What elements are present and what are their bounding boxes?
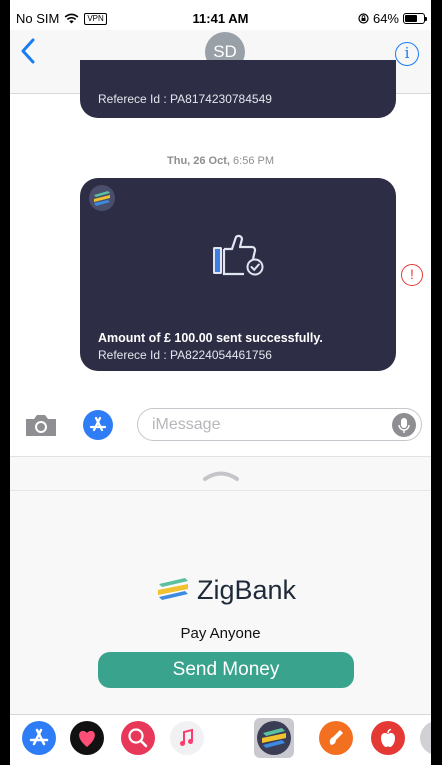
zigbank-icon[interactable]	[254, 718, 294, 758]
microphone-icon[interactable]	[392, 413, 416, 437]
heart-digital-touch-icon[interactable]	[70, 721, 104, 755]
amount-text: Amount of £ 100.00 sent successfully.	[98, 331, 323, 345]
brand-name: ZigBank	[197, 575, 297, 605]
exclamation-icon[interactable]: !	[401, 264, 423, 286]
music-icon[interactable]	[170, 721, 204, 755]
apple-store-icon[interactable]	[371, 721, 405, 755]
more-apps-icon[interactable]	[420, 721, 431, 755]
previous-payment-bubble[interactable]: Referece Id : PA8174230784549	[80, 60, 396, 118]
send-money-button[interactable]: Send Money	[98, 652, 354, 688]
battery-percent: 64%	[372, 11, 399, 26]
rotation-lock-icon	[358, 13, 369, 24]
drawer-handle-area[interactable]	[10, 457, 431, 491]
app-drawer: ZigBank Pay Anyone Send Money	[10, 456, 431, 714]
app-store-icon	[89, 416, 107, 432]
zigbank-logo-icon	[158, 577, 188, 600]
app-store-icon[interactable]	[22, 721, 56, 755]
message-timestamp: Thu, 26 Oct, 6:56 PM	[10, 155, 431, 167]
info-icon[interactable]: i	[395, 42, 419, 66]
message-input-bar	[10, 400, 431, 456]
tagline: Pay Anyone	[180, 625, 261, 642]
zigbank-logo: ZigBank	[155, 575, 296, 606]
battery-fill	[405, 15, 417, 22]
app-store-button[interactable]	[83, 410, 113, 440]
zigbank-badge-icon	[89, 185, 115, 211]
app-tray	[10, 714, 431, 765]
battery-icon	[403, 13, 427, 24]
web-images-search-icon[interactable]	[121, 721, 155, 755]
chevron-up-icon[interactable]	[202, 469, 240, 481]
status-bar: No SIM VPN 11:41 AM 64%	[10, 0, 431, 30]
back-button[interactable]	[20, 38, 36, 70]
imessage-field[interactable]	[137, 408, 422, 441]
chevron-left-icon	[21, 38, 35, 64]
thumbs-up-check-icon	[213, 234, 264, 276]
reference-id: Referece Id : PA8224054461756	[98, 348, 272, 362]
payment-message-bubble[interactable]: Amount of £ 100.00 sent successfully. Re…	[80, 178, 396, 371]
timestamp-day: Thu, 26 Oct,	[167, 155, 230, 167]
garageband-icon[interactable]	[319, 721, 353, 755]
timestamp-time: 6:56 PM	[233, 155, 274, 167]
imessage-input[interactable]	[152, 415, 372, 435]
messages-screen: No SIM VPN 11:41 AM 64% SD Sh	[10, 0, 431, 765]
previous-reference-id: Referece Id : PA8174230784549	[98, 92, 272, 106]
camera-icon[interactable]	[24, 413, 58, 438]
status-right: 64%	[358, 11, 427, 26]
